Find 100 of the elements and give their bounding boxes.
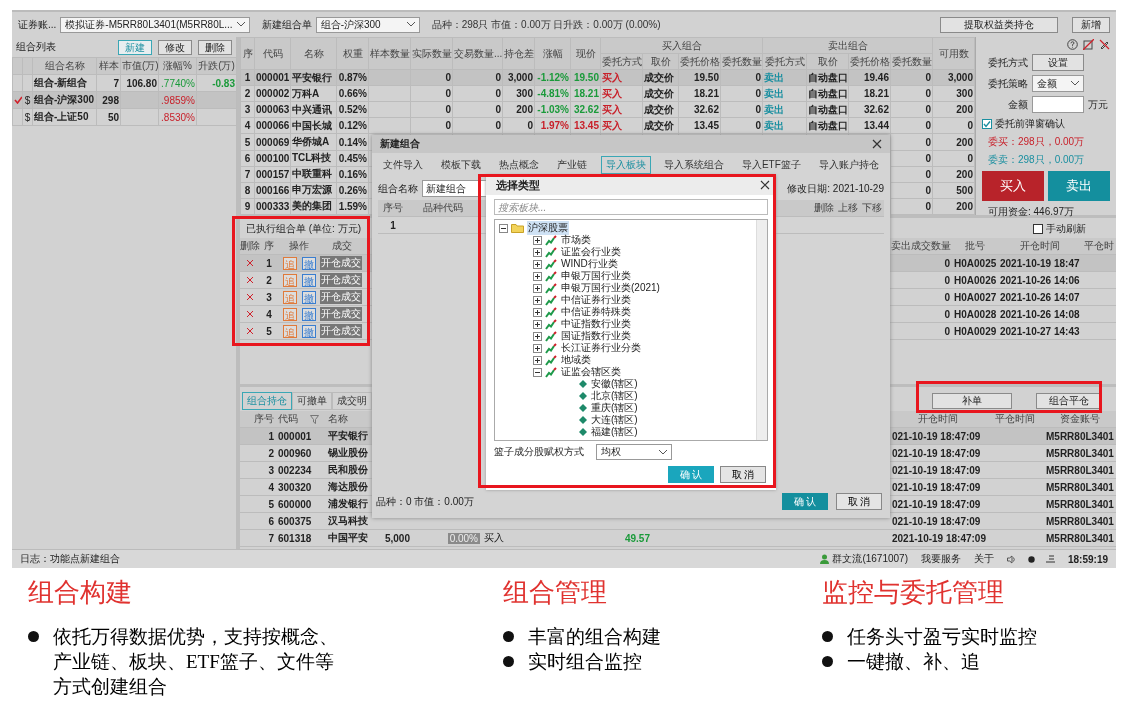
scrollbar[interactable] [756, 220, 767, 440]
about-link[interactable]: 关于 [973, 552, 994, 566]
log-text: 日志：功能点新建组合 [20, 552, 120, 566]
tree-item[interactable]: 重庆(辖区) [590, 401, 639, 415]
tree-item[interactable]: 证监会行业类 [560, 245, 622, 259]
refresh-checkbox[interactable]: 手动刷新 [1033, 222, 1086, 236]
tree-item[interactable]: 地域类 [560, 353, 592, 367]
expander-icon[interactable] [533, 343, 542, 353]
table-cell: 中联重科 [290, 166, 337, 183]
expander-icon[interactable] [533, 331, 542, 341]
weight-select[interactable]: 均权 [596, 444, 672, 460]
table-cell-text: 021-10-19 18:47:09 [891, 463, 982, 478]
dialog-button[interactable]: 取 消 [836, 493, 882, 510]
tab[interactable]: 热点概念 [494, 156, 545, 174]
expander-icon[interactable] [533, 271, 542, 281]
delete-icon[interactable] [246, 276, 254, 284]
close-icon[interactable] [760, 180, 770, 190]
tab[interactable]: 可撤单 [292, 392, 332, 410]
tab[interactable]: 导入账户持仓 [814, 156, 884, 174]
delete-icon[interactable] [246, 327, 254, 335]
list-row[interactable]: 组合-新组合 7 106.80 .7740% -0.83 [12, 74, 237, 92]
tree-item[interactable]: 福建(辖区) [590, 425, 639, 439]
dialog-button[interactable]: 确 认 [782, 493, 828, 510]
lines-icon[interactable] [1045, 555, 1055, 563]
tree-item[interactable]: 北京(辖区) [590, 389, 639, 403]
search-field[interactable]: 搜索板块... [494, 199, 768, 215]
tree-item[interactable]: WIND行业类 [560, 257, 619, 271]
filter-icon[interactable] [310, 414, 319, 424]
table-cell-text: M5RR80L3401 [1045, 463, 1115, 478]
bullet-text: 依托万得数据优势，支持按概念、产业链、板块、ETF篮子、文件等方式创建组合 [53, 625, 339, 699]
table-cell: 1.97% [534, 117, 571, 134]
expander-icon[interactable] [499, 223, 508, 233]
action-button[interactable]: 组合平仓 [1036, 393, 1102, 409]
expander-icon[interactable] [533, 319, 542, 329]
bullet-icon [503, 656, 514, 667]
tree-item[interactable]: 中信证券特殊类 [560, 305, 632, 319]
speaker-icon[interactable] [1006, 554, 1017, 564]
table-cell: 组合-新组合 [32, 74, 97, 92]
sell-button[interactable]: 卖出 [1048, 171, 1110, 201]
user-link[interactable]: 群文流(1671007) [832, 552, 908, 566]
tree-item[interactable]: 长江证券行业分类 [560, 341, 642, 355]
chart-line-icon [545, 318, 557, 330]
tab[interactable]: 导入ETF篮子 [736, 156, 806, 174]
table-cell-text: 6 [267, 514, 275, 529]
table-cell: 200 [932, 198, 975, 215]
tree-item[interactable]: 申银万国行业类(2021) [560, 281, 661, 295]
expander-icon[interactable] [533, 355, 542, 365]
expander-icon[interactable] [533, 307, 542, 317]
buy-button[interactable]: 买入 [982, 171, 1044, 201]
expander-icon[interactable] [533, 283, 542, 293]
combo-select[interactable]: 组合-沪深300 [315, 16, 420, 33]
expander-icon[interactable] [533, 247, 542, 257]
amount-field[interactable] [1032, 96, 1084, 113]
delete-icon[interactable] [246, 259, 254, 267]
list-button[interactable]: 修改 [158, 39, 192, 55]
close-icon[interactable] [872, 139, 882, 149]
column-header: 涨幅% [158, 57, 197, 75]
table-cell-text: 300320 [277, 480, 313, 495]
tab[interactable]: 导入系统组合 [658, 156, 729, 174]
tab[interactable]: 成交明 [332, 392, 372, 410]
status-badge: 开仓成交 [320, 290, 362, 304]
table-cell-text: H0A0026 [953, 273, 998, 288]
settings-button[interactable]: 设置 [1032, 54, 1084, 71]
expander-icon[interactable] [533, 367, 542, 377]
service-link[interactable]: 我要服务 [920, 552, 961, 566]
toolbar-button[interactable]: 提取权益类持仓 [940, 16, 1058, 33]
delete-icon[interactable] [246, 310, 254, 318]
toolbar-button[interactable]: 新增 [1072, 16, 1110, 33]
expander-icon[interactable] [533, 295, 542, 305]
tree-item[interactable]: 中证指数行业类 [560, 317, 632, 331]
crossed-box-icon[interactable] [1083, 39, 1094, 50]
tab[interactable]: 产业链 [552, 156, 593, 174]
list-row[interactable]: $ 组合-上证50 50 .8530% [12, 108, 237, 126]
list-button[interactable]: 删除 [198, 39, 232, 55]
tree-item[interactable]: 大连(辖区) [590, 413, 639, 427]
expander-icon[interactable] [533, 235, 542, 245]
confirm-checkbox[interactable]: 委托前弹窗确认 [982, 117, 1110, 131]
tree-item[interactable]: 安徽(辖区) [590, 377, 639, 391]
table-cell-text: 0 [943, 307, 951, 322]
chart-line-icon [545, 294, 557, 306]
tree-item[interactable]: 中信证券行业类 [560, 293, 632, 307]
dot-icon[interactable] [1027, 555, 1035, 563]
tree-item[interactable]: 证监会辖区类 [560, 365, 622, 379]
column-header: 市值(万) [120, 57, 159, 75]
delete-icon[interactable] [246, 293, 254, 301]
tab[interactable]: 文件导入 [378, 156, 428, 174]
account-select[interactable]: 模拟证券-M5RR80L3401(M5RR80L... [60, 16, 250, 33]
strategy-select[interactable]: 金额 [1032, 75, 1084, 92]
tree-item[interactable]: 沪深股票 [527, 221, 569, 235]
bullet-text: 实时组合监控 [528, 650, 642, 674]
tree-item[interactable]: 申银万国行业类 [560, 269, 632, 283]
help-icon[interactable] [1067, 39, 1078, 50]
crossed-pencil-icon[interactable] [1099, 39, 1110, 50]
tree-item[interactable]: 市场类 [560, 233, 592, 247]
dialog-button[interactable]: 取 消 [720, 466, 766, 483]
tree-item[interactable]: 国证指数行业类 [560, 329, 632, 343]
expander-icon[interactable] [533, 259, 542, 269]
tab[interactable]: 模板下载 [436, 156, 487, 174]
list-row[interactable]: $ 组合-沪深300 298 .9859% [12, 91, 237, 109]
action-button[interactable]: 补单 [932, 393, 1012, 409]
